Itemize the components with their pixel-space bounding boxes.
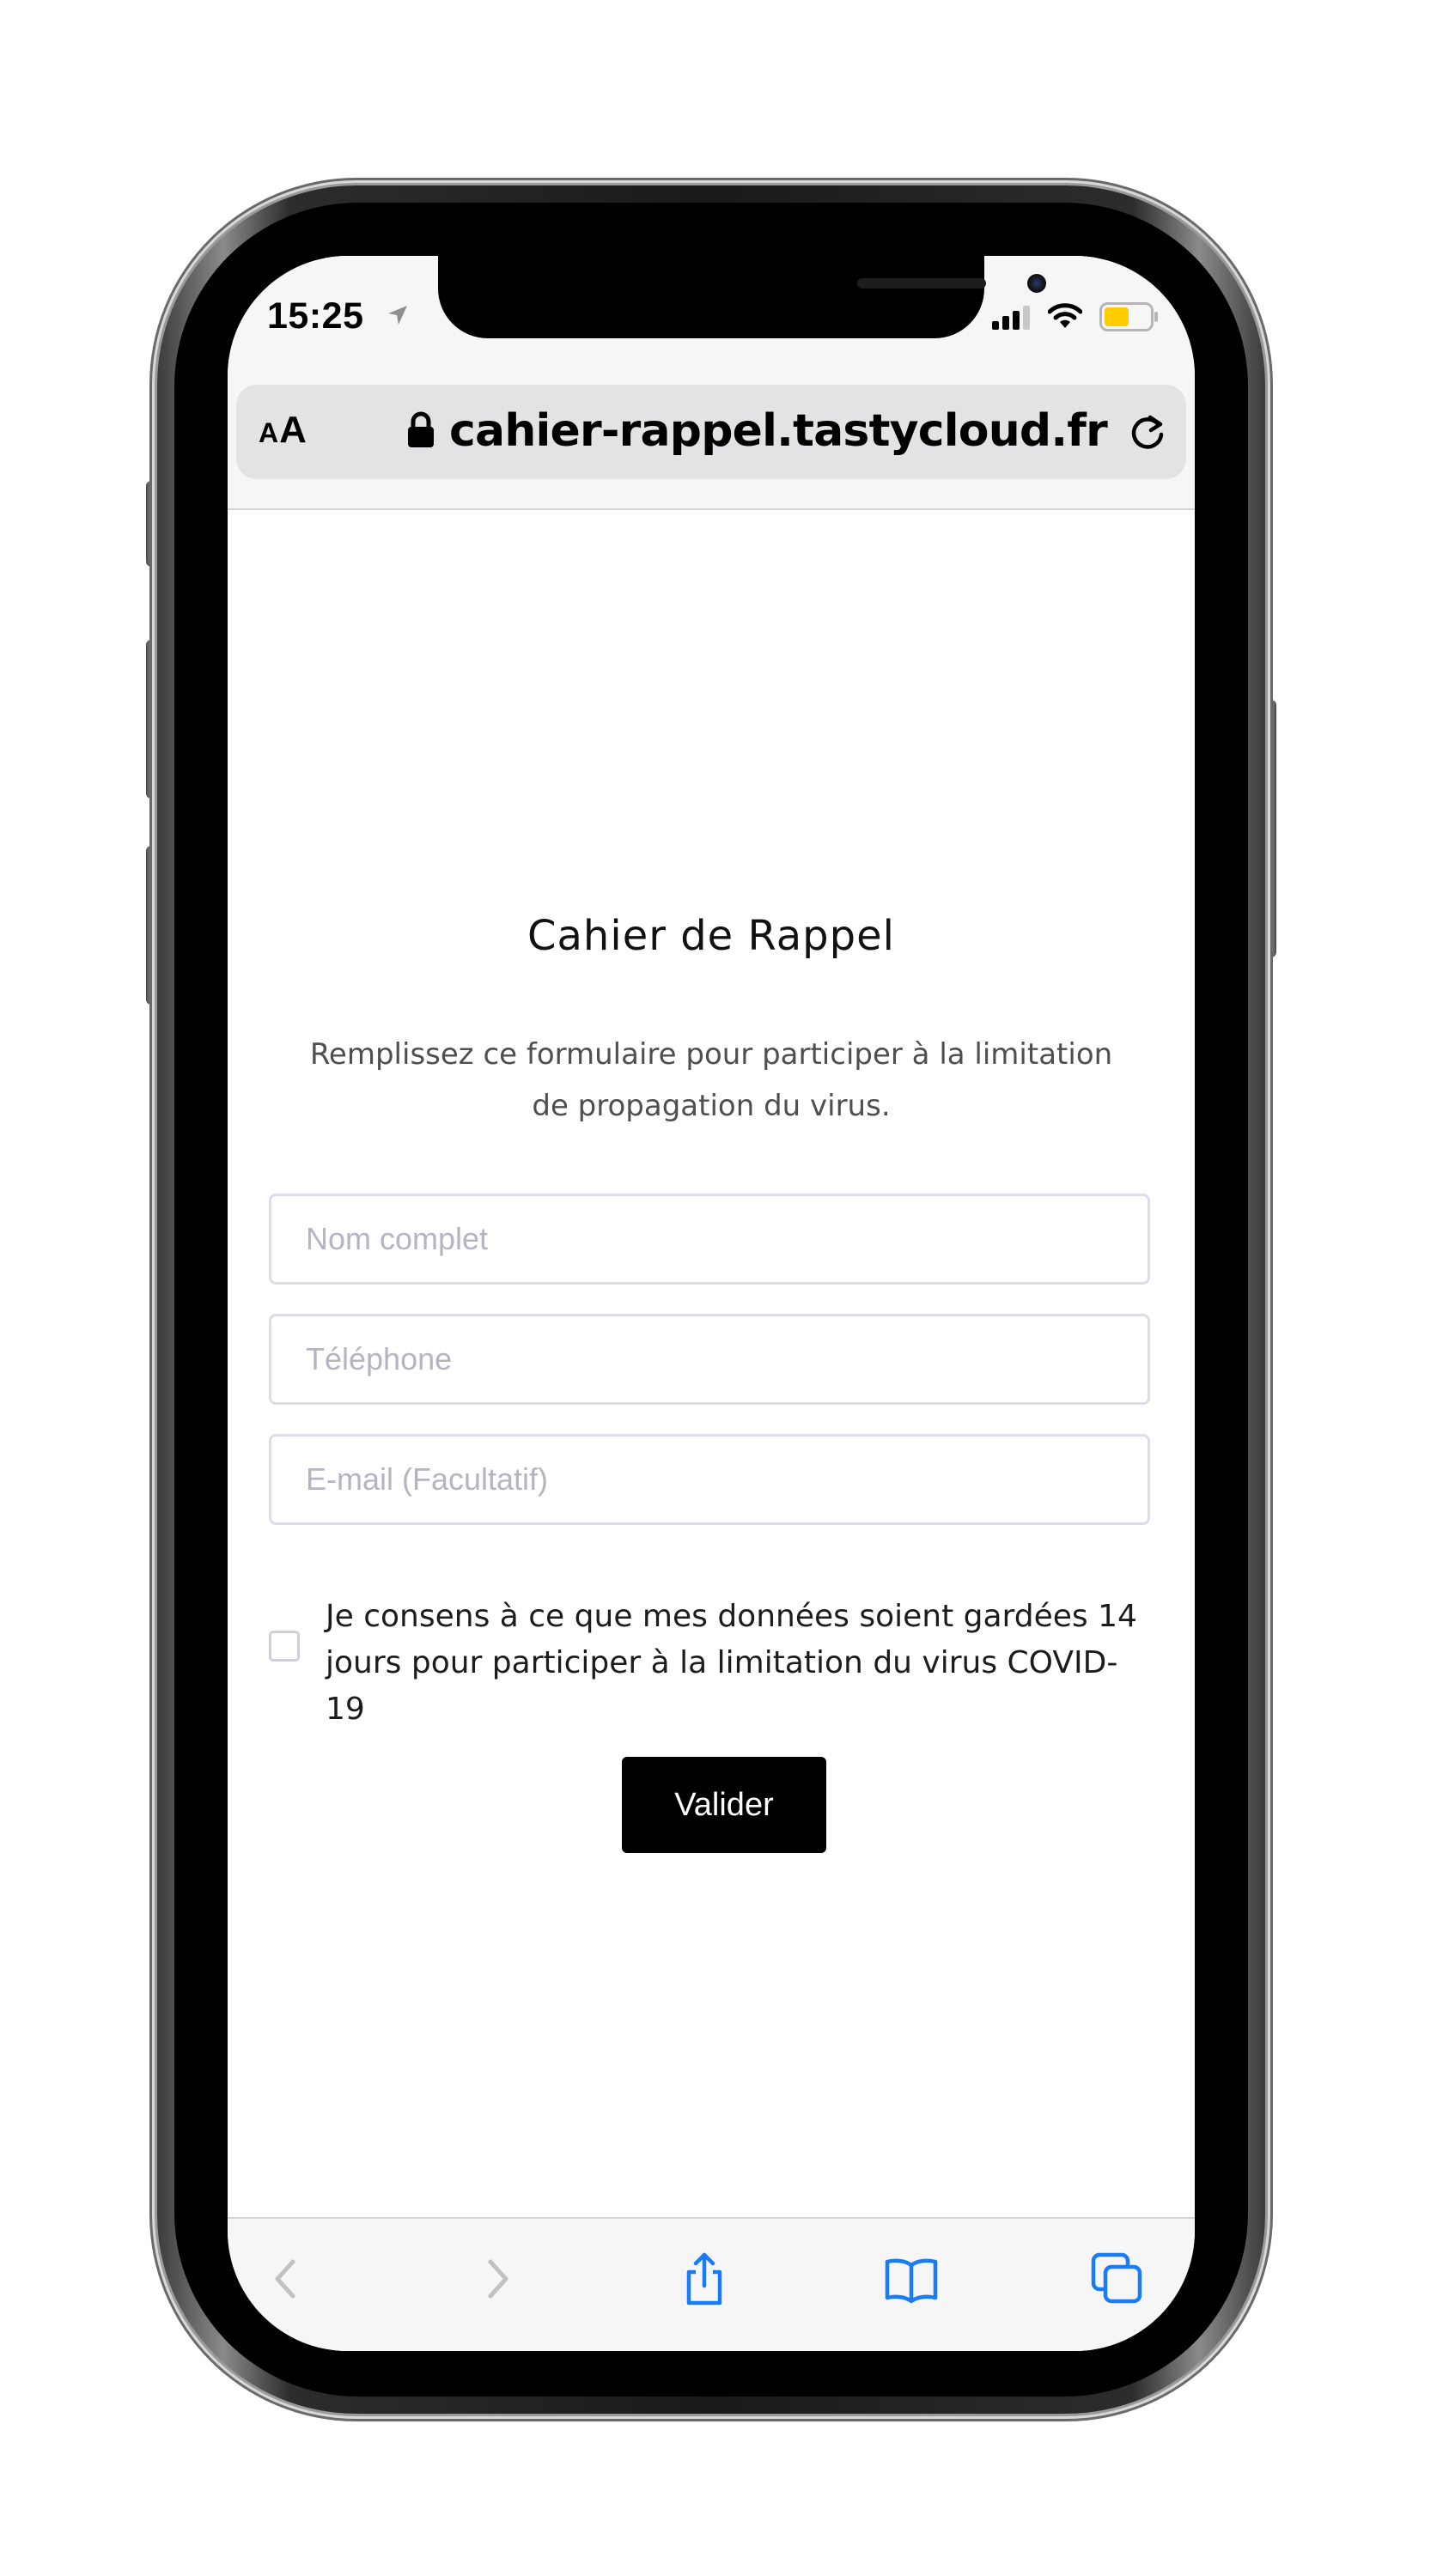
tabs-icon[interactable]: [1090, 2251, 1145, 2306]
back-icon[interactable]: [259, 2251, 314, 2306]
forward-icon[interactable]: [470, 2251, 525, 2306]
location-arrow-icon: [388, 306, 407, 325]
text-size-button[interactable]: AA: [259, 409, 307, 452]
phone-input[interactable]: [269, 1314, 1150, 1405]
earpiece-speaker: [857, 278, 986, 289]
browser-toolbar: [228, 2217, 1195, 2351]
notch: [438, 256, 1046, 338]
status-bar: 15:25: [228, 256, 1195, 385]
wifi-icon: [1048, 303, 1082, 328]
phone-screen: 15:25 AA cahier-rappel.tastycloud.fr Cah…: [228, 256, 1195, 2351]
consent-label: Je consens à ce que mes données soient g…: [326, 1599, 1137, 1727]
url-text[interactable]: cahier-rappel.tastycloud.fr: [449, 405, 1108, 457]
name-input[interactable]: [269, 1194, 1150, 1285]
status-time: 15:25: [267, 295, 364, 337]
front-camera: [1027, 274, 1046, 293]
page-subtitle: Remplissez ce formulaire pour participer…: [309, 1037, 1113, 1123]
reload-icon[interactable]: [1126, 410, 1169, 453]
lock-icon: [408, 411, 434, 447]
bookmarks-icon[interactable]: [884, 2251, 939, 2306]
consent-checkbox[interactable]: [269, 1631, 300, 1662]
browser-address-area: AA cahier-rappel.tastycloud.fr: [228, 385, 1195, 510]
email-input[interactable]: [269, 1434, 1150, 1525]
submit-button[interactable]: Valider: [622, 1757, 826, 1853]
battery-icon: [1099, 302, 1158, 331]
share-icon[interactable]: [677, 2251, 732, 2306]
address-bar[interactable]: AA cahier-rappel.tastycloud.fr: [236, 385, 1186, 479]
page-title: Cahier de Rappel: [527, 912, 895, 960]
signal-icon: [992, 306, 1030, 330]
